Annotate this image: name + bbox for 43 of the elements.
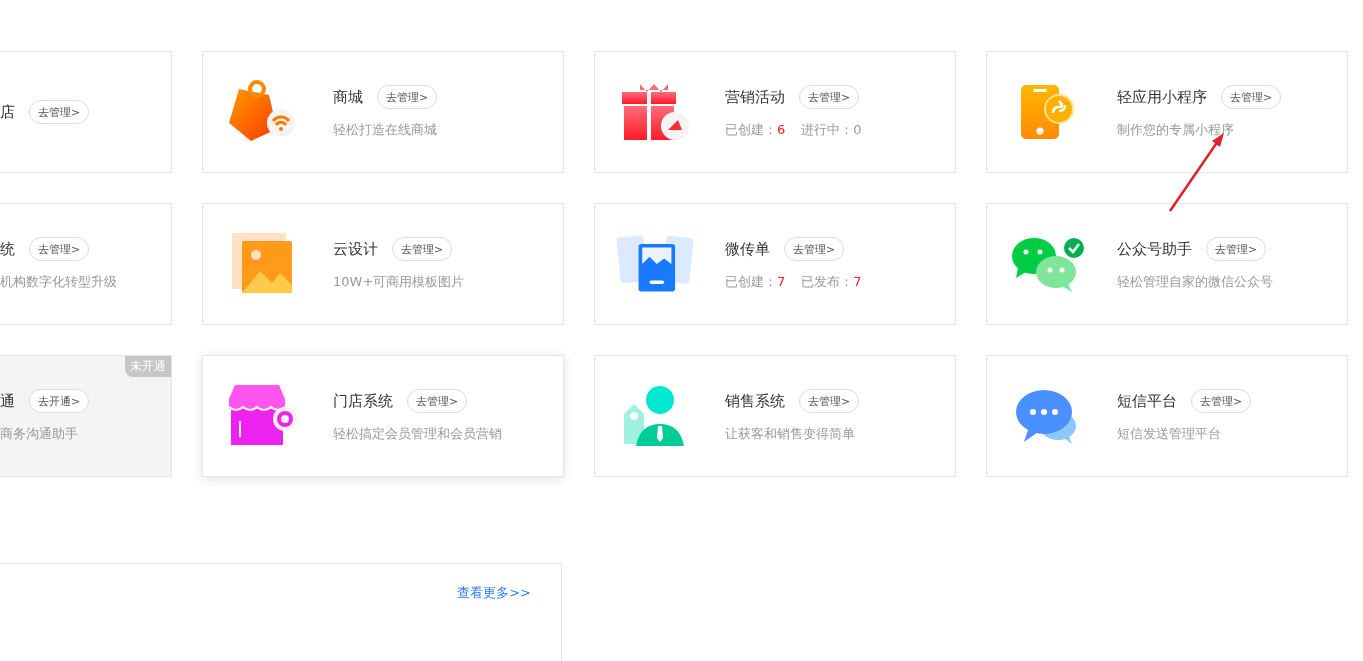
phone-icon — [1019, 83, 1075, 141]
manage-button[interactable]: 去管理> — [377, 85, 438, 109]
app-description: 让获客和销售变得简单 — [725, 425, 856, 443]
app-title: 统 — [0, 239, 15, 259]
app-description: 10W+可商用模板图片 — [333, 273, 465, 291]
manage-button[interactable]: 去管理> — [799, 85, 860, 109]
app-title: 商城 — [333, 87, 363, 107]
view-more-link[interactable]: 查看更多>> — [457, 584, 531, 602]
app-title: 店 — [0, 102, 15, 122]
app-title: 销售系统 — [725, 391, 785, 411]
activate-button[interactable]: 去开通> — [29, 389, 90, 413]
image-icon — [232, 233, 294, 295]
app-description: 机构数字化转型升级 — [0, 273, 117, 291]
stat-text: 进行中：0 — [801, 121, 862, 139]
app-title: 门店系统 — [333, 391, 393, 411]
manage-button[interactable]: 去管理> — [1221, 85, 1282, 109]
app-title: 微传单 — [725, 239, 770, 259]
app-title: 营销活动 — [725, 87, 785, 107]
manage-button[interactable]: 去管理> — [392, 237, 453, 261]
manage-button[interactable]: 去管理> — [799, 389, 860, 413]
app-description: 轻松管理自家的微信公众号 — [1117, 273, 1273, 291]
app-title: 短信平台 — [1117, 391, 1177, 411]
app-title: 通 — [0, 391, 15, 411]
chat-bubbles-icon — [1010, 236, 1084, 292]
store-icon — [227, 385, 299, 447]
stat-text: 已发布：7 — [801, 273, 862, 291]
app-description: 短信发送管理平台 — [1117, 425, 1222, 443]
manage-button[interactable]: 去管理> — [407, 389, 468, 413]
gift-icon — [620, 82, 690, 142]
stat-text: 已创建：7 — [725, 273, 786, 291]
app-title: 公众号助手 — [1117, 239, 1192, 259]
manage-button[interactable]: 去管理> — [1191, 389, 1252, 413]
manage-button[interactable]: 去管理> — [29, 100, 90, 124]
app-title: 轻应用小程序 — [1117, 87, 1207, 107]
app-description: 商务沟通助手 — [0, 425, 79, 443]
manage-button[interactable]: 去管理> — [1206, 237, 1267, 261]
app-description: 轻松搞定会员管理和会员营销 — [333, 425, 502, 443]
app-description: 制作您的专属小程序 — [1117, 121, 1235, 139]
manage-button[interactable]: 去管理> — [784, 237, 845, 261]
manage-button[interactable]: 去管理> — [29, 237, 90, 261]
app-description: 轻松打造在线商城 — [333, 121, 438, 139]
app-title: 云设计 — [333, 239, 378, 259]
stat-text: 已创建：6 — [725, 121, 786, 139]
